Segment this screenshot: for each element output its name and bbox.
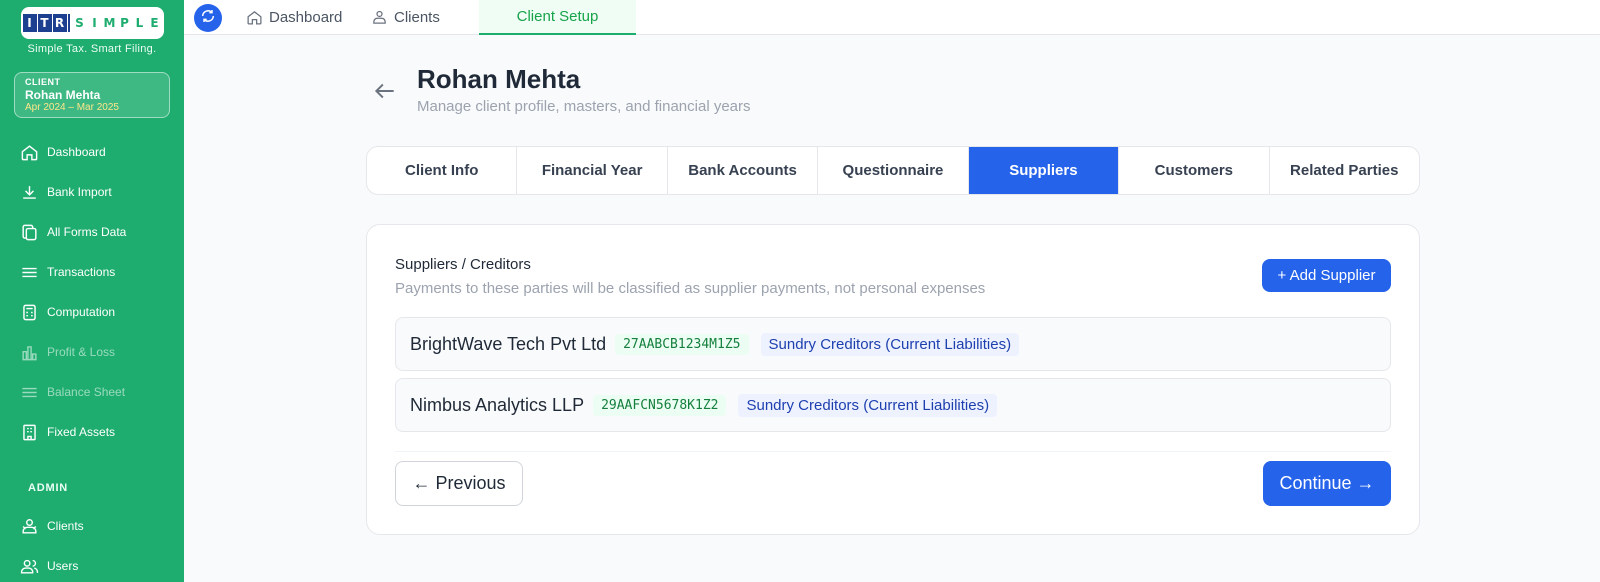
previous-button[interactable]: ← Previous xyxy=(395,461,523,506)
sidebar-item-label: Transactions xyxy=(47,265,116,279)
logo-letter: M xyxy=(102,14,117,32)
app-logo[interactable]: I T R S I M P L E xyxy=(21,7,164,39)
top-tab-label: Dashboard xyxy=(269,9,343,26)
tab-related-parties[interactable]: Related Parties xyxy=(1270,147,1419,194)
supplier-gstin: 27AABCB1234M1Z5 xyxy=(615,333,749,355)
refresh-button[interactable] xyxy=(194,4,222,32)
sidebar-item-all-forms-data[interactable]: All Forms Data xyxy=(20,220,126,244)
supplier-name: BrightWave Tech Pvt Ltd xyxy=(410,333,607,354)
logo-letter: S xyxy=(72,14,87,32)
sidebar-item-label: Computation xyxy=(47,305,116,319)
copy-icon xyxy=(20,223,39,242)
client-card[interactable]: CLIENT Rohan Mehta Apr 2024 – Mar 2025 xyxy=(14,72,170,118)
bar-chart-icon xyxy=(20,343,39,362)
page-title: Rohan Mehta xyxy=(417,64,581,94)
calculator-icon xyxy=(20,303,39,322)
logo-separator xyxy=(67,14,70,32)
sidebar-item-label: Balance Sheet xyxy=(47,385,126,399)
setup-tabs: Client Info Financial Year Bank Accounts… xyxy=(366,146,1420,195)
brand-tagline: Simple Tax. Smart Filing. xyxy=(27,43,157,55)
logo-letter: I xyxy=(87,14,102,32)
sidebar-item-users[interactable]: Users xyxy=(20,554,78,578)
sidebar-item-computation[interactable]: Computation xyxy=(20,300,115,324)
sidebar-item-clients[interactable]: Clients xyxy=(20,514,84,538)
logo-letter: I xyxy=(22,14,37,32)
back-button[interactable] xyxy=(372,78,398,104)
supplier-group-badge: Sundry Creditors (Current Liabilities) xyxy=(760,332,1020,356)
sidebar-item-label: Fixed Assets xyxy=(47,425,116,439)
home-icon xyxy=(20,143,39,162)
clients-icon xyxy=(371,9,388,26)
sidebar-item-balance-sheet[interactable]: Balance Sheet xyxy=(20,380,125,404)
logo-letter: E xyxy=(147,14,162,32)
client-card-label: CLIENT xyxy=(25,77,61,87)
sidebar-item-label: All Forms Data xyxy=(47,225,127,239)
supplier-gstin: 29AAFCN5678K1Z2 xyxy=(593,394,727,416)
sidebar-item-label: Clients xyxy=(47,519,84,533)
sidebar-item-label: Dashboard xyxy=(47,145,106,159)
logo-wordmark: I T R S I M P L E xyxy=(22,14,163,32)
building-icon xyxy=(20,423,39,442)
arrow-left-icon xyxy=(372,83,398,108)
sidebar-item-transactions[interactable]: Transactions xyxy=(20,260,115,284)
logo-letter: T xyxy=(37,14,52,32)
top-navigation-bar: Dashboard Clients Client Setup xyxy=(184,0,1600,35)
section-subtitle: Payments to these parties will be classi… xyxy=(395,280,986,297)
sidebar: I T R S I M P L E Simple Tax. Smart Fili… xyxy=(0,0,184,582)
logo-letter: P xyxy=(117,14,132,32)
refresh-icon xyxy=(200,8,216,29)
sidebar-item-dashboard[interactable]: Dashboard xyxy=(20,140,106,164)
tab-suppliers[interactable]: Suppliers xyxy=(968,147,1120,194)
sidebar-item-bank-import[interactable]: Bank Import xyxy=(20,180,112,204)
list-icon xyxy=(20,263,39,282)
top-tab-label: Clients xyxy=(394,9,440,26)
page-subtitle: Manage client profile, masters, and fina… xyxy=(417,98,751,115)
sidebar-item-profit-loss[interactable]: Profit & Loss xyxy=(20,340,115,364)
supplier-name: Nimbus Analytics LLP xyxy=(410,394,585,415)
top-tab-label: Client Setup xyxy=(516,8,599,25)
top-tab-client-setup[interactable]: Client Setup xyxy=(479,0,636,35)
admin-section-label: ADMIN xyxy=(28,482,69,494)
supplier-group-badge: Sundry Creditors (Current Liabilities) xyxy=(738,393,998,417)
list-icon xyxy=(20,383,39,402)
logo-letter: R xyxy=(52,14,67,32)
sidebar-item-fixed-assets[interactable]: Fixed Assets xyxy=(20,420,115,444)
tab-bank-accounts[interactable]: Bank Accounts xyxy=(668,147,819,194)
add-supplier-button[interactable]: + Add Supplier xyxy=(1262,259,1391,292)
suppliers-card: Suppliers / Creditors Payments to these … xyxy=(366,224,1420,535)
sidebar-item-label: Profit & Loss xyxy=(47,345,116,359)
home-icon xyxy=(246,9,263,26)
section-title: Suppliers / Creditors xyxy=(395,256,531,273)
sidebar-item-label: Users xyxy=(47,559,79,573)
client-card-name: Rohan Mehta xyxy=(25,88,101,102)
tab-questionnaire[interactable]: Questionnaire xyxy=(818,147,969,194)
logo-letter: L xyxy=(132,14,147,32)
top-tab-clients[interactable]: Clients xyxy=(371,0,440,35)
client-card-period: Apr 2024 – Mar 2025 xyxy=(25,102,119,113)
download-icon xyxy=(20,183,39,202)
top-tab-dashboard[interactable]: Dashboard xyxy=(246,0,342,35)
sidebar-item-label: Bank Import xyxy=(47,185,112,199)
continue-button[interactable]: Continue → xyxy=(1263,461,1391,506)
divider xyxy=(395,451,1391,452)
tab-financial-year[interactable]: Financial Year xyxy=(517,147,668,194)
users-icon xyxy=(20,557,39,576)
clients-icon xyxy=(20,517,39,536)
supplier-row[interactable]: Nimbus Analytics LLP 29AAFCN5678K1Z2 Sun… xyxy=(395,378,1391,432)
supplier-row[interactable]: BrightWave Tech Pvt Ltd 27AABCB1234M1Z5 … xyxy=(395,317,1391,371)
tab-customers[interactable]: Customers xyxy=(1119,147,1270,194)
tab-client-info[interactable]: Client Info xyxy=(367,147,518,194)
